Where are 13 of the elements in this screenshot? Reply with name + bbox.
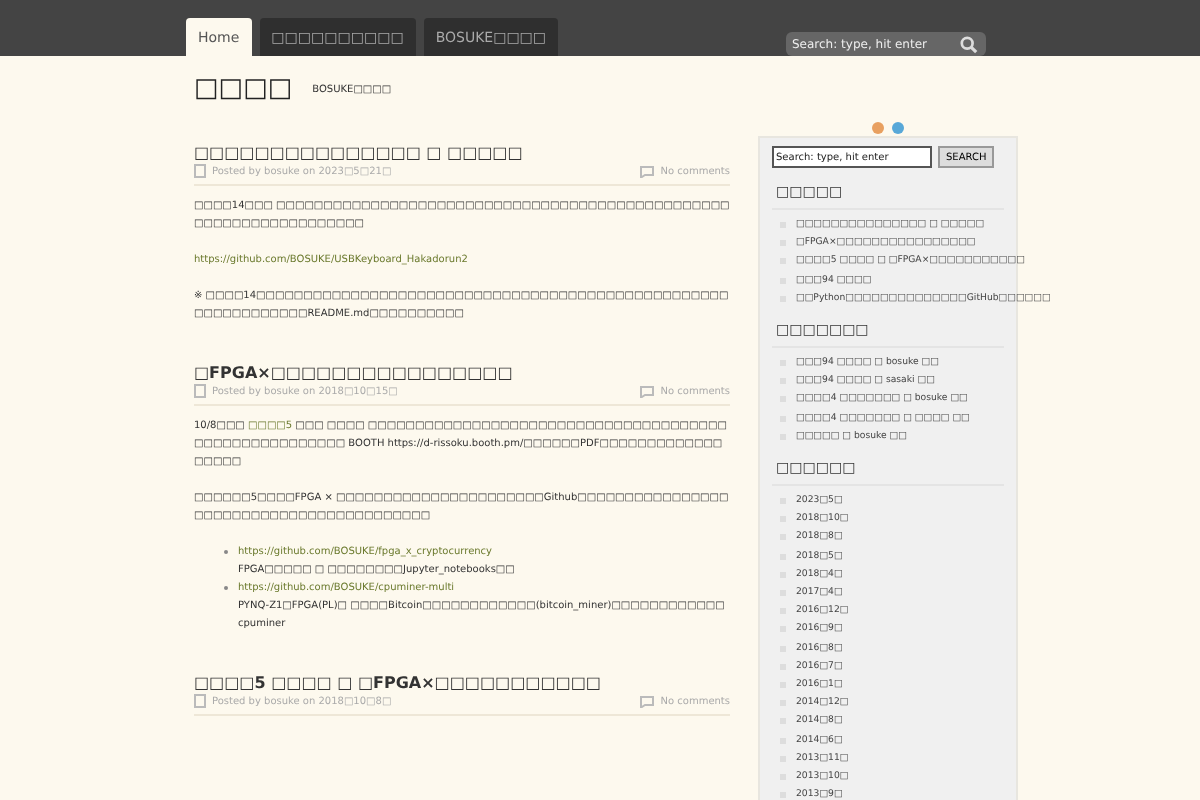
icon-dot[interactable] [892, 122, 904, 134]
icon-dot[interactable] [872, 122, 884, 134]
search-icon[interactable] [960, 35, 978, 53]
post-title[interactable]: □□□□5 □□□□ □ □FPGA×□□□□□□□□□□□ [194, 674, 730, 692]
document-icon [194, 384, 206, 398]
site-title[interactable]: □□□□ [194, 74, 293, 104]
comment-icon [640, 385, 655, 397]
post-title[interactable]: □□□□□□□□□□□□□□□ □ □□□□□ [194, 144, 730, 162]
comment-icon [640, 695, 655, 707]
document-icon [194, 694, 206, 708]
document-icon [194, 164, 206, 178]
comment-icon [640, 165, 655, 177]
post-title[interactable]: □FPGA×□□□□□□□□□□□□□□□□ [194, 364, 730, 382]
